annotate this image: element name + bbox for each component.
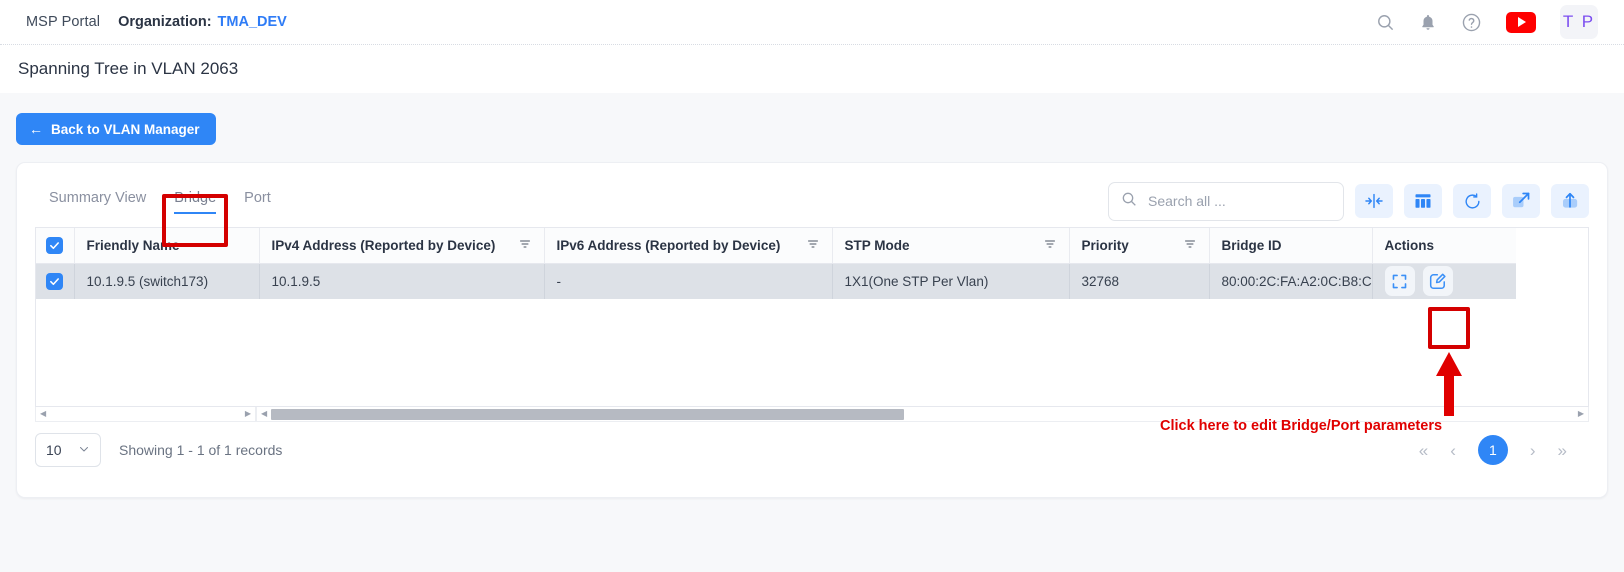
page-title: Spanning Tree in VLAN 2063 [18, 59, 238, 79]
organization-block: Organization: TMA_DEV [118, 14, 287, 30]
data-card: Summary View Bridge Port [16, 162, 1608, 498]
filter-icon[interactable] [806, 238, 820, 252]
pagination-next[interactable]: › [1530, 442, 1536, 459]
fullscreen-icon[interactable] [1385, 266, 1415, 296]
top-bar-right: T P [1376, 5, 1606, 39]
columns-icon[interactable] [1404, 184, 1442, 218]
search-icon [1121, 191, 1137, 212]
back-button-row: ← Back to VLAN Manager [16, 93, 1608, 162]
pagination-first[interactable]: « [1419, 442, 1428, 459]
cell-stp-mode: 1X1(One STP Per Vlan) [832, 263, 1069, 299]
scroll-left-arrow-icon[interactable]: ◀ [261, 410, 267, 418]
table-empty-area [36, 299, 1516, 406]
bridge-table: Friendly Name IPv4 Address (Reported by … [36, 228, 1516, 406]
col-actions: Actions [1372, 228, 1516, 263]
col-label: IPv6 Address (Reported by Device) [557, 238, 781, 253]
tab-bridge[interactable]: Bridge [160, 184, 230, 218]
card-toolbar [1108, 182, 1589, 221]
search-box[interactable] [1108, 182, 1344, 221]
bell-icon[interactable] [1419, 13, 1437, 32]
fit-columns-icon[interactable] [1355, 184, 1393, 218]
chevron-down-icon [78, 442, 90, 458]
youtube-icon[interactable] [1506, 12, 1536, 33]
table-header-row: Friendly Name IPv4 Address (Reported by … [36, 228, 1516, 263]
pagination-prev[interactable]: ‹ [1450, 442, 1456, 459]
cell-friendly-name: 10.1.9.5 (switch173) [74, 263, 259, 299]
organization-value[interactable]: TMA_DEV [218, 14, 287, 30]
col-label: IPv4 Address (Reported by Device) [272, 238, 496, 253]
cell-actions [1372, 263, 1516, 299]
pinned-columns-scrollbar[interactable]: ◀ ▶ [35, 407, 256, 422]
filter-icon[interactable] [518, 238, 532, 252]
records-summary: Showing 1 - 1 of 1 records [119, 442, 282, 458]
organization-label: Organization: [118, 14, 211, 30]
edit-icon[interactable] [1423, 266, 1453, 296]
filter-icon[interactable] [1043, 238, 1057, 252]
back-button-label: Back to VLAN Manager [51, 122, 200, 137]
help-icon[interactable] [1461, 12, 1482, 33]
col-ipv6-address[interactable]: IPv6 Address (Reported by Device) [544, 228, 832, 263]
col-label: Actions [1385, 238, 1435, 253]
app-root: MSP Portal Organization: TMA_DEV [0, 0, 1624, 572]
cell-priority: 32768 [1069, 263, 1209, 299]
page-title-bar: Spanning Tree in VLAN 2063 [0, 45, 1624, 93]
search-icon[interactable] [1376, 13, 1395, 32]
pagination-last[interactable]: » [1558, 442, 1567, 459]
scroll-right-arrow-icon[interactable]: ▶ [1578, 410, 1584, 418]
annotation-arrow-icon [1430, 352, 1470, 423]
col-stp-mode[interactable]: STP Mode [832, 228, 1069, 263]
expand-icon[interactable] [1502, 184, 1540, 218]
pagination-page-1[interactable]: 1 [1478, 435, 1508, 465]
top-bar: MSP Portal Organization: TMA_DEV [0, 0, 1624, 45]
col-label: Bridge ID [1222, 238, 1282, 253]
scrollbar-thumb[interactable] [271, 409, 904, 420]
export-icon[interactable] [1551, 184, 1589, 218]
scroll-right-arrow-icon[interactable]: ▶ [245, 410, 251, 418]
tab-summary-view[interactable]: Summary View [35, 184, 160, 218]
tab-bar: Summary View Bridge Port [35, 184, 285, 218]
filter-icon[interactable] [1183, 238, 1197, 252]
cell-ipv4: 10.1.9.5 [259, 263, 544, 299]
select-all-header [36, 228, 74, 263]
page-size-select[interactable]: 10 [35, 433, 101, 467]
col-friendly-name[interactable]: Friendly Name [74, 228, 259, 263]
cell-ipv6: - [544, 263, 832, 299]
row-select-cell [36, 263, 74, 299]
col-ipv4-address[interactable]: IPv4 Address (Reported by Device) [259, 228, 544, 263]
tab-port[interactable]: Port [230, 184, 285, 218]
col-label: STP Mode [845, 238, 910, 253]
card-header: Summary View Bridge Port [17, 163, 1607, 227]
back-arrow-icon: ← [29, 122, 43, 136]
page-size-value: 10 [46, 442, 62, 458]
empty-space [36, 299, 1516, 406]
annotation-text: Click here to edit Bridge/Port parameter… [1160, 418, 1442, 434]
brand-label[interactable]: MSP Portal [26, 14, 100, 30]
refresh-icon[interactable] [1453, 184, 1491, 218]
avatar[interactable]: T P [1560, 5, 1598, 39]
pagination: « ‹ 1 › » [1419, 435, 1589, 465]
col-priority[interactable]: Priority [1069, 228, 1209, 263]
search-input[interactable] [1146, 192, 1331, 210]
back-to-vlan-manager-button[interactable]: ← Back to VLAN Manager [16, 113, 216, 145]
top-bar-left: MSP Portal Organization: TMA_DEV [0, 14, 287, 30]
page-body: ← Back to VLAN Manager Summary View Brid… [0, 93, 1624, 572]
data-table-container: Friendly Name IPv4 Address (Reported by … [35, 227, 1589, 407]
table-row[interactable]: 10.1.9.5 (switch173) 10.1.9.5 - 1X1(One … [36, 263, 1516, 299]
col-label: Friendly Name [87, 238, 180, 253]
col-label: Priority [1082, 238, 1129, 253]
scroll-left-arrow-icon[interactable]: ◀ [40, 410, 46, 418]
row-checkbox[interactable] [46, 273, 63, 290]
cell-bridge-id: 80:00:2C:FA:A2:0C:B8:C9 [1209, 263, 1372, 299]
select-all-checkbox[interactable] [46, 237, 63, 254]
col-bridge-id[interactable]: Bridge ID [1209, 228, 1372, 263]
